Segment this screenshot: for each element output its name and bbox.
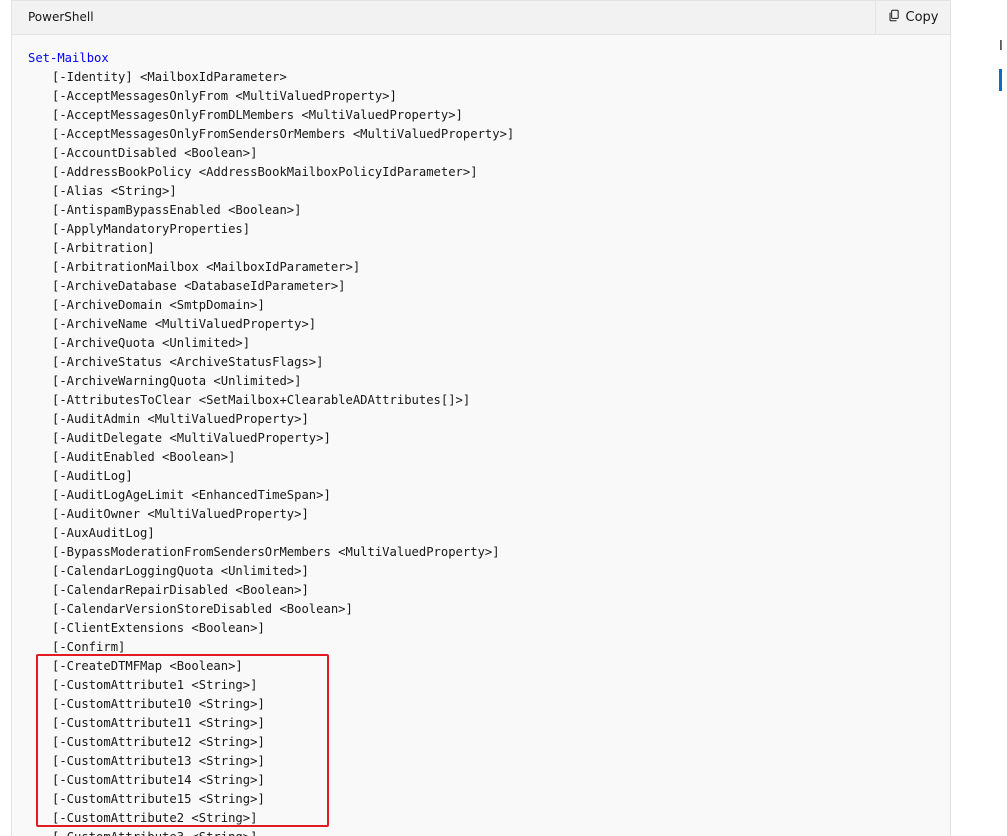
code-line-param: [-AcceptMessagesOnlyFromDLMembers <Multi… xyxy=(52,108,463,122)
code-line-param: [-CalendarLoggingQuota <Unlimited>] xyxy=(52,564,309,578)
code-line-param: [-AddressBookPolicy <AddressBookMailboxP… xyxy=(52,165,478,179)
code-line-param: [-AuditEnabled <Boolean>] xyxy=(52,450,236,464)
code-line-param: [-Arbitration] xyxy=(52,241,155,255)
side-accent-bar xyxy=(999,69,1002,91)
code-line-param: [-AuditOwner <MultiValuedProperty>] xyxy=(52,507,309,521)
code-line-param: [-ArchiveQuota <Unlimited>] xyxy=(52,336,251,350)
code-line-param: [-ClientExtensions <Boolean>] xyxy=(52,621,265,635)
code-line-param: [-AuditAdmin <MultiValuedProperty>] xyxy=(52,412,309,426)
code-line-param: [-ArchiveDatabase <DatabaseIdParameter>] xyxy=(52,279,346,293)
code-line-param: [-CalendarVersionStoreDisabled <Boolean>… xyxy=(52,602,353,616)
code-line-param: [-CustomAttribute1 <String>] xyxy=(52,678,258,692)
code-line-param: [-CustomAttribute12 <String>] xyxy=(52,735,265,749)
code-line-param: [-CustomAttribute14 <String>] xyxy=(52,773,265,787)
code-line-param: [-AuxAuditLog] xyxy=(52,526,155,540)
code-line-param: [-AuditLog] xyxy=(52,469,133,483)
code-line-param: [-AcceptMessagesOnlyFromSendersOrMembers… xyxy=(52,127,515,141)
code-line-param: [-AccountDisabled <Boolean>] xyxy=(52,146,258,160)
code-line-param: [-ArchiveName <MultiValuedProperty>] xyxy=(52,317,317,331)
copy-icon xyxy=(888,9,901,26)
code-line-param: [-Alias <String>] xyxy=(52,184,177,198)
code-line-param: [-ArchiveDomain <SmtpDomain>] xyxy=(52,298,265,312)
code-line-param: [-CustomAttribute13 <String>] xyxy=(52,754,265,768)
language-label: PowerShell xyxy=(28,10,94,24)
code-line-param: [-CustomAttribute10 <String>] xyxy=(52,697,265,711)
code-line-param: [-CalendarRepairDisabled <Boolean>] xyxy=(52,583,309,597)
code-line-param: [-AuditDelegate <MultiValuedProperty>] xyxy=(52,431,331,445)
code-header: PowerShell Copy xyxy=(12,1,950,35)
code-line-param: [-Identity] <MailboxIdParameter> xyxy=(52,70,287,84)
code-line-param: [-CustomAttribute2 <String>] xyxy=(52,811,258,825)
code-line-param: [-CustomAttribute15 <String>] xyxy=(52,792,265,806)
code-line-param: [-Confirm] xyxy=(52,640,126,654)
code-content: Set-Mailbox [-Identity] <MailboxIdParamet… xyxy=(12,35,950,836)
code-line-param: [-CreateDTMFMap <Boolean>] xyxy=(52,659,243,673)
code-line-param: [-BypassModerationFromSendersOrMembers <… xyxy=(52,545,500,559)
code-line-param: [-ArbitrationMailbox <MailboxIdParameter… xyxy=(52,260,361,274)
code-line-param: [-ArchiveStatus <ArchiveStatusFlags>] xyxy=(52,355,324,369)
code-line-param: [-CustomAttribute11 <String>] xyxy=(52,716,265,730)
code-line-param: [-AntispamBypassEnabled <Boolean>] xyxy=(52,203,302,217)
command-name: Set-Mailbox xyxy=(28,51,109,65)
code-line-param: [-AcceptMessagesOnlyFrom <MultiValuedPro… xyxy=(52,89,397,103)
copy-button[interactable]: Copy xyxy=(875,1,950,34)
code-line-param: [-AttributesToClear <SetMailbox+Clearabl… xyxy=(52,393,471,407)
side-partial-text: I xyxy=(999,39,1003,54)
code-line-param: [-AuditLogAgeLimit <EnhancedTimeSpan>] xyxy=(52,488,331,502)
code-block: PowerShell Copy Set-Mailbox [-Identity] <… xyxy=(11,0,951,836)
code-line-param: [-ArchiveWarningQuota <Unlimited>] xyxy=(52,374,302,388)
copy-label: Copy xyxy=(905,10,939,25)
code-line-param: [-ApplyMandatoryProperties] xyxy=(52,222,251,236)
